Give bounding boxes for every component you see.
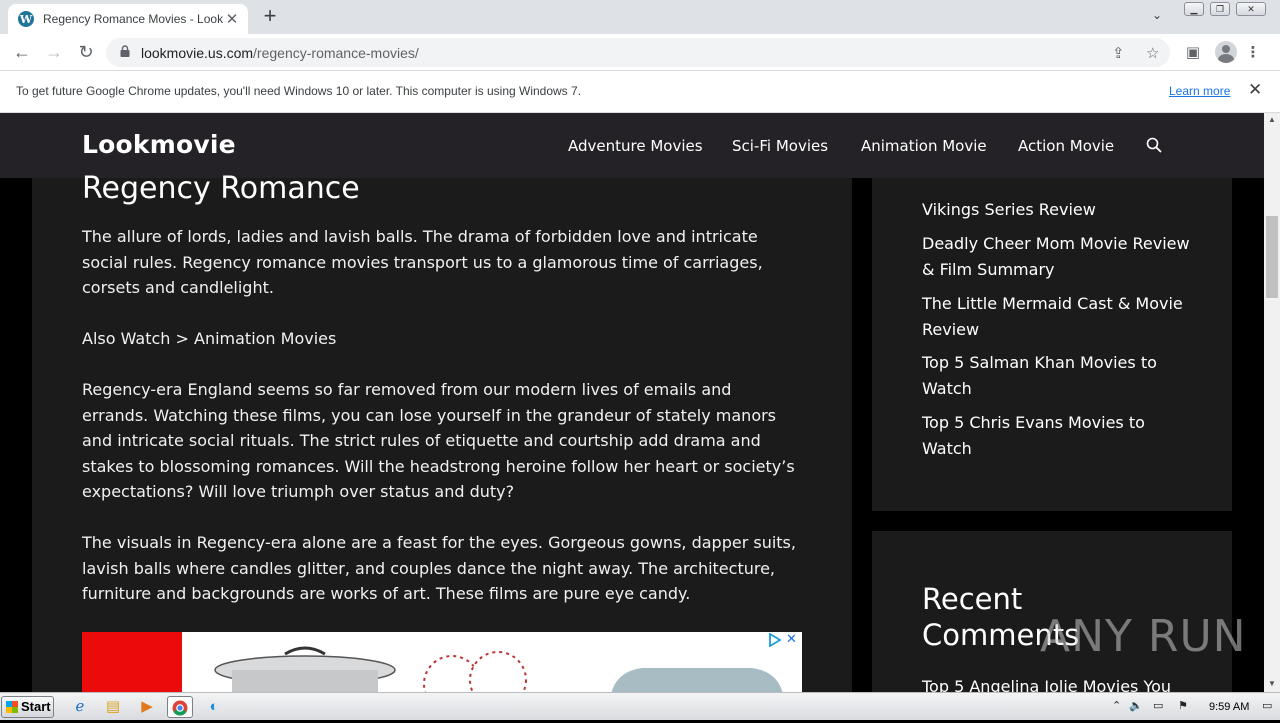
internet-explorer-icon[interactable]: ℯ (67, 696, 93, 718)
article-paragraph-3: The visuals in Regency-era alone are a f… (82, 533, 796, 603)
show-desktop-icon[interactable]: ▭ (1262, 699, 1272, 712)
system-clock[interactable]: 9:59 AM (1209, 701, 1249, 713)
recent-post-link[interactable]: The Little Mermaid Cast & Movie Review (922, 291, 1192, 342)
share-icon[interactable]: ⇪ (1112, 44, 1125, 62)
tab-title: Regency Romance Movies - Lookmov (43, 12, 223, 26)
lock-icon (120, 45, 130, 57)
ad-pot-image (214, 646, 396, 692)
scroll-down-icon[interactable]: ▼ (1268, 679, 1276, 688)
ad-close-icon[interactable]: ✕ (786, 632, 797, 647)
back-arrow-icon[interactable]: ← (10, 41, 34, 65)
recent-posts-widget: Vikings Series Review Deadly Cheer Mom M… (872, 178, 1232, 511)
menu-kebab-icon[interactable]: ⋮ (1242, 42, 1264, 64)
wordpress-icon: W (18, 11, 34, 27)
tray-expand-icon[interactable]: ⌃ (1112, 699, 1121, 712)
scroll-up-icon[interactable]: ▲ (1268, 115, 1276, 124)
recent-post-link[interactable]: Top 5 Chris Evans Movies to Watch (922, 410, 1192, 461)
media-player-icon[interactable]: ▶ (134, 696, 160, 718)
tab-close-icon[interactable]: ✕ (224, 10, 240, 28)
adchoices-icon[interactable] (768, 633, 782, 647)
site-header: Lookmovie Adventure Movies Sci-Fi Movies… (0, 113, 1264, 178)
chrome-icon[interactable] (167, 696, 193, 718)
infobar-message: To get future Google Chrome updates, you… (16, 84, 582, 98)
new-tab-button[interactable]: + (258, 5, 282, 28)
article-paragraph-2: Regency-era England seems so far removed… (82, 380, 795, 501)
advertisement-banner[interactable]: ✕ (82, 632, 802, 692)
bookmark-star-icon[interactable]: ☆ (1146, 44, 1159, 62)
page-viewport: Lookmovie Adventure Movies Sci-Fi Movies… (0, 113, 1264, 692)
windows-taskbar: Start ℯ ▤ ▶ ◐ ⌃ 🔈 ▭ ⚑ 9:59 AM ▭ (0, 692, 1280, 720)
recent-post-link[interactable]: Deadly Cheer Mom Movie Review & Film Sum… (922, 231, 1192, 282)
nav-animation-movie[interactable]: Animation Movie (861, 137, 987, 155)
profile-avatar[interactable] (1215, 41, 1237, 63)
close-window-button[interactable]: ✕ (1236, 2, 1266, 16)
volume-icon[interactable]: 🔈 (1129, 699, 1143, 712)
action-center-flag-icon[interactable]: ⚑ (1178, 699, 1188, 712)
url-text: lookmovie.us.com/regency-romance-movies/ (141, 45, 419, 61)
restore-button[interactable]: ❐ (1210, 2, 1230, 16)
address-bar[interactable]: lookmovie.us.com/regency-romance-movies/… (106, 38, 1170, 67)
browser-tab[interactable]: W Regency Romance Movies - Lookmov ✕ (8, 4, 248, 34)
tab-strip: W Regency Romance Movies - Lookmov ✕ + ⌄… (0, 0, 1280, 34)
side-panel-icon[interactable]: ▣ (1182, 42, 1204, 64)
nav-action-movie[interactable]: Action Movie (1018, 137, 1114, 155)
ad-plates-image (423, 651, 527, 692)
minimize-button[interactable]: ▁ (1184, 2, 1204, 16)
nav-adventure-movies[interactable]: Adventure Movies (568, 137, 703, 155)
nav-sci-fi-movies[interactable]: Sci-Fi Movies (732, 137, 828, 155)
start-button[interactable]: Start (1, 696, 54, 718)
site-logo[interactable]: Lookmovie (82, 130, 236, 159)
recent-post-link[interactable]: Top 5 Salman Khan Movies to Watch (922, 350, 1192, 401)
search-icon[interactable] (1146, 137, 1162, 153)
article-title: Regency Romance (82, 171, 360, 206)
file-explorer-icon[interactable]: ▤ (100, 696, 126, 718)
forward-arrow-icon[interactable]: → (42, 41, 66, 65)
network-icon[interactable]: ▭ (1153, 699, 1163, 712)
article-content: Regency Romance The allure of lords, lad… (32, 171, 852, 692)
ad-red-block (82, 632, 182, 692)
scrollbar-thumb[interactable] (1266, 216, 1278, 298)
ad-sofa-image (611, 668, 783, 692)
article-paragraph-1: The allure of lords, ladies and lavish b… (82, 227, 763, 297)
edge-icon[interactable]: ◐ (201, 696, 227, 718)
page-scrollbar[interactable]: ▲ ▼ (1264, 113, 1280, 692)
tab-search-chevron-icon[interactable]: ⌄ (1152, 8, 1162, 22)
recent-post-link[interactable]: Vikings Series Review (922, 197, 1192, 223)
browser-toolbar: ← → ↻ lookmovie.us.com/regency-romance-m… (0, 34, 1280, 71)
anyrun-watermark: ANY RUN (1040, 611, 1247, 662)
also-watch-link[interactable]: Also Watch > Animation Movies (82, 326, 802, 352)
update-infobar: To get future Google Chrome updates, you… (0, 71, 1280, 113)
reload-icon[interactable]: ↻ (74, 41, 98, 65)
learn-more-link[interactable]: Learn more (1169, 84, 1230, 98)
recent-comment-link[interactable]: Top 5 Angelina Jolie Movies You (922, 674, 1192, 692)
infobar-close-icon[interactable]: ✕ (1248, 80, 1262, 100)
